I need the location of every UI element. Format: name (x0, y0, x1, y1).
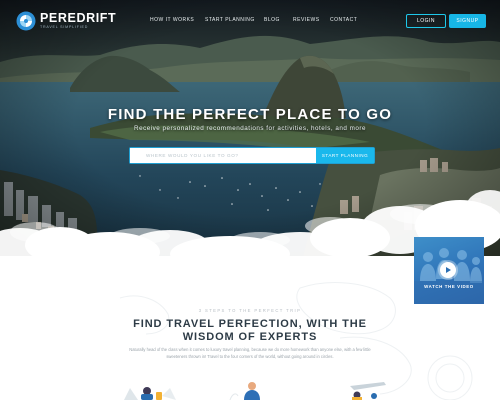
start-planning-button[interactable]: START PLANNING (316, 148, 374, 163)
nav-item-blog[interactable]: BLOG (264, 17, 280, 23)
watch-video-label[interactable]: WATCH THE VIDEO (414, 284, 484, 289)
play-icon[interactable] (440, 262, 456, 278)
suitcase-icon (124, 387, 176, 400)
section-title: FIND TRAVEL PERFECTION, WITH THE WISDOM … (133, 318, 367, 343)
section-description: Naturally head of the class when it come… (129, 347, 371, 359)
airplane-icon (350, 382, 386, 400)
nav-item-reviews[interactable]: REVIEWS (293, 17, 320, 23)
login-button[interactable]: LOGIN (406, 14, 446, 28)
destination-search-input[interactable] (130, 148, 316, 163)
nav-item-how-it-works[interactable]: HOW IT WORKS (150, 17, 194, 23)
nav-item-contact[interactable]: CONTACT (330, 17, 357, 23)
steps-illustrations (124, 382, 386, 400)
hero-section (0, 0, 500, 268)
nav-item-start-planning[interactable]: START PLANNING (205, 17, 255, 23)
brand-tagline: TRAVEL SIMPLIFIED (40, 24, 89, 29)
destination-search-bar: START PLANNING (129, 147, 375, 164)
signup-button[interactable]: SIGNUP (449, 14, 486, 28)
steps-eyebrow: 3 STEPS TO THE PERFECT TRIP (198, 308, 302, 313)
hero-subtitle: Receive personalized recommendations for… (134, 125, 366, 132)
hero-title: FIND THE PERFECT PLACE TO GO (107, 106, 393, 123)
top-navigation: PEREDRIFT TRAVEL SIMPLIFIED HOW IT WORKS… (0, 0, 500, 40)
person-icon (229, 382, 260, 400)
